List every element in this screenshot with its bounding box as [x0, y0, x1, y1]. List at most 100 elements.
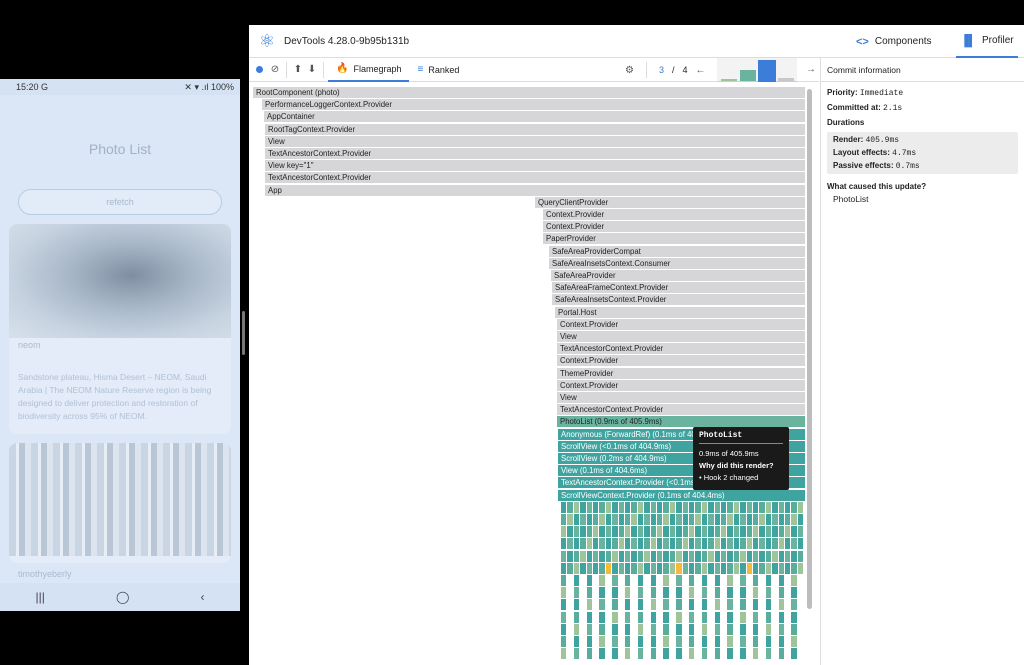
flamegraph-bar[interactable] [727, 648, 733, 660]
flamegraph-bar[interactable] [753, 599, 759, 611]
flamegraph-bar[interactable]: ScrollViewContext.Provider (0.1ms of 404… [558, 489, 805, 501]
flamegraph-bar[interactable] [772, 514, 778, 525]
flamegraph-bar[interactable] [714, 501, 720, 513]
flamegraph-bar[interactable] [785, 514, 791, 525]
flamegraph-bar[interactable] [733, 501, 740, 513]
flamegraph-bar[interactable] [765, 587, 772, 599]
flamegraph-bar[interactable] [625, 562, 631, 574]
flamegraph-bar[interactable] [797, 538, 804, 550]
flamegraph-bar[interactable] [580, 550, 586, 562]
flamegraph-bar[interactable] [765, 501, 772, 513]
flamegraph-bar[interactable] [561, 526, 567, 538]
flamegraph-bar[interactable] [765, 538, 772, 550]
flamegraph-bar[interactable] [586, 575, 592, 586]
flamegraph-bar[interactable] [753, 562, 759, 574]
flamegraph-bar[interactable] [605, 538, 612, 550]
flamegraph-bar[interactable]: QueryClientProvider [535, 196, 805, 208]
flamegraph-bar[interactable] [599, 514, 605, 525]
flamegraph-bar[interactable] [567, 562, 573, 574]
flamegraph-bar[interactable] [682, 501, 688, 513]
tab-components[interactable]: <> Components [856, 25, 932, 58]
flamegraph-bar[interactable] [676, 587, 682, 599]
flamegraph-bar[interactable] [791, 501, 797, 513]
flamegraph-bar[interactable] [791, 526, 797, 538]
flamegraph-bar[interactable] [612, 636, 618, 647]
flamegraph-bar[interactable] [682, 550, 688, 562]
flamegraph-bar[interactable] [650, 636, 656, 647]
flamegraph-bar[interactable] [561, 636, 567, 647]
flamegraph-bar[interactable] [791, 587, 797, 599]
flamegraph-bar[interactable] [599, 599, 605, 611]
flamegraph-bar[interactable] [637, 538, 644, 550]
save-profile-icon[interactable]: ⬇ [305, 58, 319, 82]
flamegraph-bar[interactable] [637, 562, 644, 574]
flamegraph-bar[interactable] [701, 501, 708, 513]
flamegraph-bar[interactable] [765, 514, 772, 525]
flamegraph-bar[interactable] [637, 636, 644, 647]
flamegraph-bar[interactable] [785, 562, 791, 574]
flamegraph-bar[interactable] [586, 587, 592, 599]
flamegraph-bar[interactable]: SafeAreaInsetsContext.Consumer [549, 257, 805, 269]
flamegraph-bar[interactable] [561, 575, 567, 586]
commit-bar[interactable] [721, 79, 737, 81]
flamegraph-bar[interactable] [714, 587, 720, 599]
flamegraph-bar[interactable] [599, 575, 605, 586]
flamegraph-bar[interactable] [625, 599, 631, 611]
flamegraph-bar[interactable] [708, 501, 714, 513]
flamegraph-bar[interactable] [721, 538, 727, 550]
flamegraph-bar[interactable] [663, 648, 669, 660]
flamegraph-bar[interactable]: View [557, 392, 805, 403]
flamegraph-bar[interactable] [663, 526, 669, 538]
gear-icon[interactable]: ⚙ [625, 58, 634, 82]
clear-icon[interactable]: ⊘ [268, 58, 282, 82]
flamegraph-bar[interactable] [631, 514, 637, 525]
flamegraph-bar[interactable] [676, 611, 682, 623]
flamegraph-bar[interactable] [561, 538, 567, 550]
load-profile-icon[interactable]: ⬆ [291, 58, 305, 82]
flamegraph-bar[interactable] [586, 611, 592, 623]
tab-profiler[interactable]: ▐▌ Profiler [956, 25, 1018, 58]
flamegraph-bar[interactable] [689, 599, 695, 611]
flamegraph-bar[interactable] [605, 501, 612, 513]
flamegraph-bar[interactable] [778, 636, 784, 647]
flamegraph-bar[interactable] [797, 562, 804, 574]
flamegraph-bar[interactable] [650, 587, 656, 599]
flamegraph-bar[interactable] [733, 514, 740, 525]
flamegraph-bar[interactable]: Context.Provider [543, 209, 805, 220]
flamegraph-bar[interactable]: TextAncestorContext.Provider [265, 172, 805, 184]
flamegraph-bar[interactable] [778, 575, 784, 586]
flamegraph-bar[interactable] [740, 575, 746, 586]
flamegraph-bar[interactable] [573, 648, 580, 660]
flamegraph-bar[interactable]: AppContainer [264, 111, 805, 123]
flamegraph-bar[interactable] [573, 599, 580, 611]
flamegraph-bar[interactable] [612, 550, 618, 562]
flamegraph-bar[interactable] [740, 514, 746, 525]
flamegraph-bar[interactable] [791, 611, 797, 623]
flamegraph-bar[interactable] [644, 514, 650, 525]
flamegraph-bar[interactable] [778, 514, 784, 525]
flamegraph-bar[interactable] [625, 648, 631, 660]
flamegraph-bar[interactable] [689, 636, 695, 647]
flamegraph-bar[interactable] [682, 562, 688, 574]
flamegraph-bar[interactable]: TextAncestorContext.Provider [557, 404, 805, 416]
flamegraph-bar[interactable] [573, 611, 580, 623]
flamegraph-bar[interactable] [746, 501, 752, 513]
flamegraph-bar[interactable] [599, 501, 605, 513]
flamegraph-bar[interactable] [561, 550, 567, 562]
flamegraph-bar[interactable] [657, 538, 663, 550]
flamegraph-bar[interactable] [612, 526, 618, 538]
flamegraph-bar[interactable] [778, 599, 784, 611]
flamegraph-bar[interactable] [714, 623, 720, 635]
flamegraph-bar[interactable] [650, 611, 656, 623]
flamegraph-bar[interactable] [663, 538, 669, 550]
flamegraph-bar[interactable] [695, 526, 701, 538]
flamegraph-bar[interactable] [663, 562, 669, 574]
flamegraph-bar[interactable] [778, 587, 784, 599]
flamegraph-bar[interactable] [637, 623, 644, 635]
flamegraph-bar[interactable] [593, 562, 599, 574]
flamegraph-bar[interactable] [561, 648, 567, 660]
flamegraph-bar[interactable] [727, 550, 733, 562]
flamegraph-bar[interactable] [605, 514, 612, 525]
flamegraph-bar[interactable] [618, 562, 624, 574]
flamegraph-bar[interactable] [631, 538, 637, 550]
